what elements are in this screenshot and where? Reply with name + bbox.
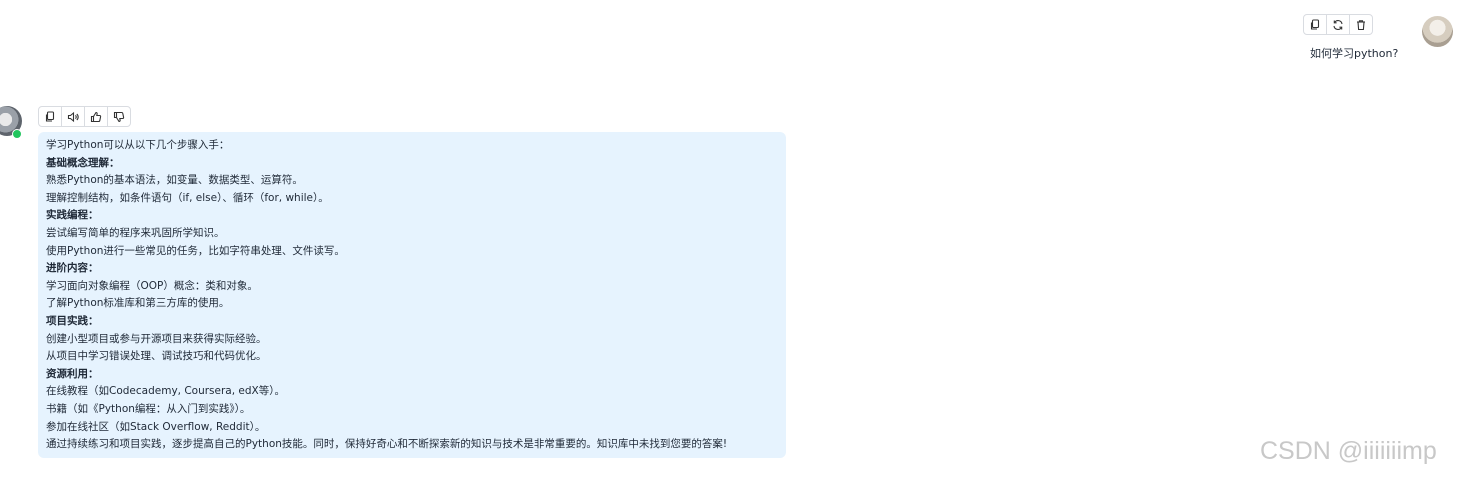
dislike-button[interactable]	[108, 107, 130, 126]
assistant-message-toolbar	[38, 106, 131, 127]
watermark: CSDN @iiiiiiimp	[1260, 437, 1437, 465]
list-item: 使用Python进行一些常见的任务，比如字符串处理、文件读写。	[46, 244, 345, 257]
list-item: 熟悉Python的基本语法，如变量、数据类型、运算符。	[46, 174, 303, 187]
list-item: 创建小型项目或参与开源项目来获得实际经验。	[46, 332, 267, 345]
section-heading: 项目实践：	[46, 314, 99, 327]
section-heading: 实践编程：	[46, 209, 99, 222]
list-item: 书籍（如《Python编程：从入门到实践》）。	[46, 402, 251, 415]
list-item: 了解Python标准库和第三方库的使用。	[46, 297, 230, 310]
user-avatar	[1422, 16, 1453, 47]
section-heading: 进阶内容：	[46, 262, 99, 275]
list-item: 参加在线社区（如Stack Overflow, Reddit）。	[46, 420, 266, 433]
copy-button[interactable]	[1304, 15, 1327, 34]
speaker-icon	[67, 111, 79, 122]
thumbs-down-icon	[113, 111, 125, 122]
copy-icon	[45, 110, 55, 122]
intro-text: 学习Python可以从以下几个步骤入手：	[46, 139, 230, 151]
closing-text: 通过持续练习和项目实践，逐步提高自己的Python技能。同时，保持好奇心和不断探…	[46, 438, 728, 451]
like-button[interactable]	[85, 107, 108, 126]
regenerate-button[interactable]	[1327, 15, 1350, 34]
copy-icon	[1310, 18, 1320, 30]
refresh-icon	[1333, 19, 1343, 30]
list-item: 从项目中学习错误处理、调试技巧和代码优化。	[46, 350, 267, 363]
copy-button[interactable]	[39, 107, 62, 126]
trash-icon	[1357, 19, 1365, 30]
user-message-text: 如何学习python?	[1310, 47, 1399, 60]
section-heading: 资源利用：	[46, 367, 99, 380]
section-heading: 基础概念理解：	[46, 156, 120, 169]
read-aloud-button[interactable]	[62, 107, 85, 126]
list-item: 理解控制结构，如条件语句（if, else）、循环（for, while）。	[46, 191, 329, 204]
list-item: 尝试编写简单的程序来巩固所学知识。	[46, 226, 225, 239]
assistant-message-bubble: 学习Python可以从以下几个步骤入手： 基础概念理解： 熟悉Python的基本…	[38, 132, 786, 458]
online-status-dot	[12, 129, 22, 139]
user-message-toolbar	[1303, 14, 1373, 35]
delete-button[interactable]	[1350, 15, 1372, 34]
list-item: 学习面向对象编程（OOP）概念：类和对象。	[46, 279, 258, 292]
list-item: 在线教程（如Codecademy, Coursera, edX等）。	[46, 385, 285, 398]
thumbs-up-icon	[90, 111, 102, 122]
